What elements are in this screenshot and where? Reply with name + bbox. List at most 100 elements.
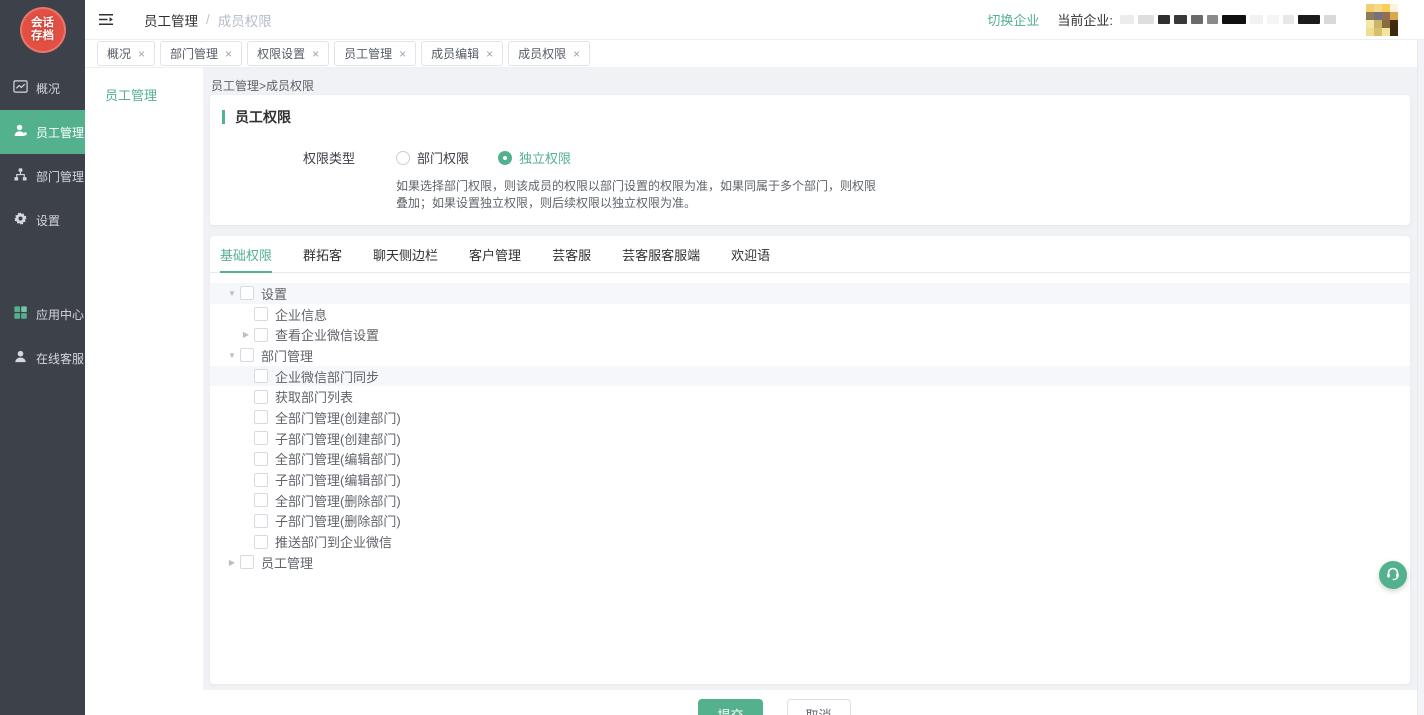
app-window: 会话 存档 概况 员工管理 部门管理 设置 应用中心 在线客服	[0, 0, 1424, 715]
permission-tab[interactable]: 群拓客	[303, 236, 342, 272]
open-tab-label: 部门管理	[170, 45, 218, 62]
switch-company-link[interactable]: 切换企业	[987, 10, 1039, 29]
permission-tab-label: 客户管理	[469, 245, 521, 264]
open-tab[interactable]: 成员权限 ×	[508, 41, 590, 66]
sidebar-item-overview[interactable]: 概况	[0, 66, 85, 110]
avatar-pixel	[1382, 28, 1390, 36]
scrollbar-gutter[interactable]	[1417, 40, 1424, 715]
sidebar-item-app-center[interactable]: 应用中心	[0, 292, 85, 336]
tree-checkbox[interactable]	[240, 555, 254, 569]
tree-checkbox[interactable]	[254, 431, 268, 445]
radio-option[interactable]: 独立权限	[498, 148, 571, 167]
tree-toggle-icon[interactable]	[224, 351, 240, 360]
tree-checkbox[interactable]	[240, 348, 254, 362]
open-tab[interactable]: 权限设置 ×	[247, 41, 329, 66]
tree-row: 全部门管理(编辑部门)	[210, 449, 1410, 470]
permission-detail-card: 基础权限 群拓客 聊天侧边栏 客户管理 芸客服 芸客服客服端 欢迎语	[210, 236, 1410, 684]
tree-checkbox[interactable]	[254, 473, 268, 487]
radio-option[interactable]: 部门权限	[396, 148, 469, 167]
avatar[interactable]	[1366, 4, 1398, 36]
tree-toggle-icon[interactable]	[224, 558, 240, 567]
close-tab-icon[interactable]: ×	[399, 47, 406, 61]
sidebar-item-label: 在线客服	[36, 350, 84, 367]
avatar-pixel	[1390, 28, 1398, 36]
tree-node-label: 子部门管理(删除部门)	[275, 511, 401, 530]
permission-tab[interactable]: 客户管理	[469, 236, 521, 272]
close-tab-icon[interactable]: ×	[138, 47, 145, 61]
breadcrumb-parent[interactable]: 员工管理	[144, 10, 198, 30]
grid-icon	[13, 305, 28, 323]
cancel-button[interactable]: 取消	[787, 699, 851, 715]
collapse-sidebar-icon[interactable]	[98, 12, 114, 27]
tree-checkbox[interactable]	[254, 410, 268, 424]
tree-row: 全部门管理(创建部门)	[210, 407, 1410, 428]
redaction-block	[1191, 15, 1203, 24]
tree-node-label: 全部门管理(编辑部门)	[275, 449, 401, 468]
tree-checkbox[interactable]	[254, 452, 268, 466]
permission-hint: 如果选择部门权限，则该成员的权限以部门设置的权限为准，如果同属于多个部门，则权限…	[396, 178, 1410, 212]
permission-tab[interactable]: 基础权限	[220, 236, 272, 272]
avatar-pixel	[1366, 28, 1374, 36]
tree-checkbox[interactable]	[254, 307, 268, 321]
tree-row: 全部门管理(删除部门)	[210, 490, 1410, 511]
open-tab-label: 概况	[107, 45, 131, 62]
close-tab-icon[interactable]: ×	[573, 47, 580, 61]
tree-node-label: 子部门管理(创建部门)	[275, 429, 401, 448]
tree-row: 企业信息	[210, 304, 1410, 325]
close-tab-icon[interactable]: ×	[225, 47, 232, 61]
open-tab[interactable]: 员工管理 ×	[334, 41, 416, 66]
avatar-pixel	[1366, 12, 1374, 20]
avatar-pixel	[1374, 4, 1382, 12]
permission-tab-label: 基础权限	[220, 245, 272, 264]
tree-node-label: 子部门管理(编辑部门)	[275, 470, 401, 489]
tree-checkbox[interactable]	[254, 514, 268, 528]
section-accent-bar	[222, 110, 225, 124]
breadcrumb-current: 成员权限	[218, 10, 272, 30]
sidebar-item-employees[interactable]: 员工管理	[0, 110, 85, 154]
tree-node-label: 获取部门列表	[275, 387, 353, 406]
tree-checkbox[interactable]	[254, 535, 268, 549]
open-tab-label: 成员权限	[518, 45, 566, 62]
tree-checkbox[interactable]	[254, 390, 268, 404]
avatar-pixel	[1366, 4, 1374, 12]
redaction-block	[1138, 15, 1154, 24]
tree-checkbox[interactable]	[254, 493, 268, 507]
open-tab[interactable]: 成员编辑 ×	[421, 41, 503, 66]
tree-node-label: 企业微信部门同步	[275, 367, 379, 386]
close-tab-icon[interactable]: ×	[312, 47, 319, 61]
redaction-block	[1250, 15, 1263, 24]
footer-action-bar: 提交 取消	[85, 690, 1424, 715]
permission-tab-label: 芸客服客服端	[622, 245, 700, 264]
sidebar-item-online-service[interactable]: 在线客服	[0, 336, 85, 380]
tree-checkbox[interactable]	[254, 369, 268, 383]
open-tab-label: 权限设置	[257, 45, 305, 62]
tree-checkbox[interactable]	[254, 328, 268, 342]
permission-tab[interactable]: 欢迎语	[731, 236, 770, 272]
radio-icon[interactable]	[498, 151, 512, 165]
chart-icon	[13, 79, 28, 97]
tree-node-label: 全部门管理(创建部门)	[275, 408, 401, 427]
permission-tab[interactable]: 芸客服	[552, 236, 591, 272]
submenu-item-employees[interactable]: 员工管理	[105, 85, 203, 104]
sidebar-item-departments[interactable]: 部门管理	[0, 154, 85, 198]
open-tab[interactable]: 部门管理 ×	[160, 41, 242, 66]
employee-permission-card: 员工权限 权限类型 部门权限 独立权限 如果选择部门权限，则该成员的权限以部门设…	[210, 95, 1410, 225]
permission-tabs: 基础权限 群拓客 聊天侧边栏 客户管理 芸客服 芸客服客服端 欢迎语	[210, 236, 1410, 273]
tree-toggle-icon[interactable]	[238, 330, 254, 339]
tree-checkbox[interactable]	[240, 286, 254, 300]
permission-tab[interactable]: 聊天侧边栏	[373, 236, 438, 272]
customer-service-button[interactable]	[1379, 561, 1407, 589]
avatar-pixel	[1390, 20, 1398, 28]
submit-button[interactable]: 提交	[698, 699, 762, 715]
open-tab[interactable]: 概况 ×	[97, 41, 155, 66]
close-tab-icon[interactable]: ×	[486, 47, 493, 61]
radio-label: 独立权限	[519, 148, 571, 167]
sidebar-item-settings[interactable]: 设置	[0, 198, 85, 242]
tree-toggle-icon[interactable]	[224, 289, 240, 298]
permission-tab[interactable]: 芸客服客服端	[622, 236, 700, 272]
open-tab-label: 成员编辑	[431, 45, 479, 62]
sidebar-item-label: 员工管理	[36, 124, 84, 141]
avatar-pixel	[1374, 12, 1382, 20]
radio-icon[interactable]	[396, 151, 410, 165]
tree-node-label: 设置	[261, 284, 287, 303]
